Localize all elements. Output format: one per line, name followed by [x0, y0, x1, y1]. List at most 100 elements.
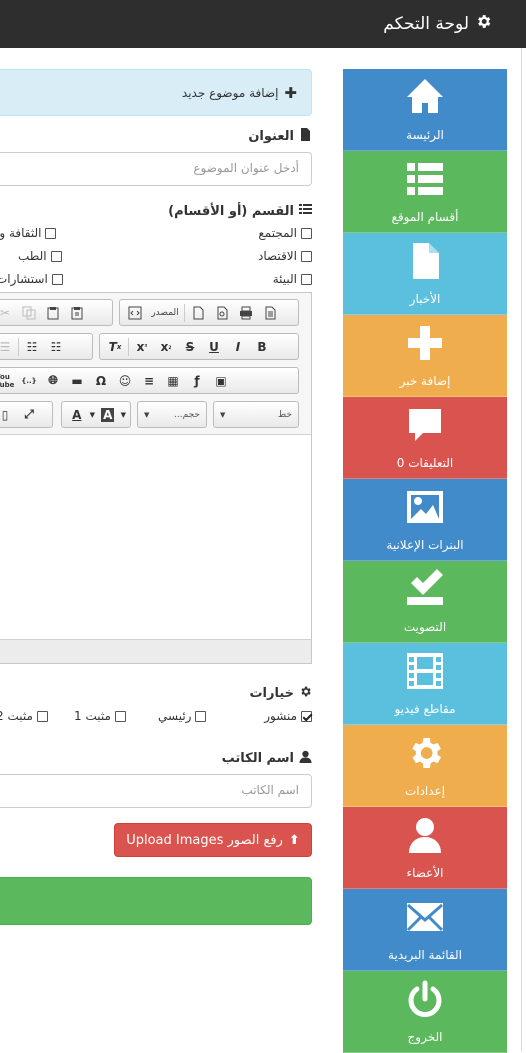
sidebar-item-label: مقاطع فيديو — [394, 702, 456, 716]
category-checkbox[interactable]: البيئة — [273, 272, 312, 286]
sidebar: الرئيسة أقسام الموقع الأخبار إضافة خبر ا… — [343, 69, 507, 1053]
maximize-icon[interactable]: ⤢ — [18, 404, 40, 426]
list-icon — [405, 159, 445, 210]
checkbox[interactable] — [301, 273, 312, 285]
separator — [184, 303, 185, 322]
bold-icon[interactable]: B — [251, 336, 273, 358]
option-checkbox[interactable]: رئيسي — [158, 709, 207, 723]
source-icon[interactable] — [124, 302, 146, 324]
numbered-list-icon[interactable]: ☷ — [45, 336, 67, 358]
checkbox[interactable] — [301, 227, 312, 239]
copy-icon[interactable] — [18, 302, 40, 324]
youtube-icon[interactable]: YouTube — [0, 370, 16, 392]
toolbar-group-tools: ▯ ⤢ — [0, 401, 53, 428]
text-color-icon[interactable]: A — [66, 404, 88, 426]
size-combo[interactable]: حجم... ▼ — [137, 401, 207, 428]
new-page-icon[interactable] — [211, 302, 233, 324]
sidebar-item-settings[interactable]: إعدادات — [343, 725, 507, 807]
sidebar-item-logout[interactable]: الخروج — [343, 971, 507, 1053]
print-icon[interactable] — [235, 302, 257, 324]
checkbox[interactable] — [301, 250, 312, 262]
sidebar-item-label: التعليقات 0 — [396, 456, 454, 470]
category-checkbox[interactable]: الاقتصاد — [258, 249, 312, 263]
sidebar-item-label: إضافة خبر — [399, 374, 451, 388]
option-checkbox[interactable]: مثبت 1 — [74, 709, 126, 723]
sidebar-item-videos[interactable]: مقاطع فيديو — [343, 643, 507, 725]
image-icon[interactable]: ▣ — [210, 370, 232, 392]
gear-icon — [299, 685, 312, 702]
submit-button[interactable] — [0, 877, 312, 925]
source-button[interactable]: المصدر — [148, 308, 182, 318]
sidebar-item-members[interactable]: الأعضاء — [343, 807, 507, 889]
templates-icon[interactable] — [259, 302, 281, 324]
toolbar-group-insert: YouTube {..} 🌐︎ ▬ Ω ☺ ≡ ▦ ƒ ▣ — [0, 367, 299, 394]
font-combo[interactable]: خط ▼ — [213, 401, 299, 428]
separator — [18, 337, 19, 356]
sidebar-item-mailing-list[interactable]: القائمة البريدية — [343, 889, 507, 971]
title-label: العنوان — [248, 128, 312, 145]
sidebar-item-add-news[interactable]: إضافة خبر — [343, 315, 507, 397]
remove-format-icon[interactable]: Tx — [104, 336, 126, 358]
sidebar-item-banners[interactable]: البنرات الإعلانية — [343, 479, 507, 561]
special-char-icon[interactable]: Ω — [90, 370, 112, 392]
checkbox[interactable] — [45, 227, 57, 239]
checkbox[interactable] — [195, 710, 207, 722]
category-checkbox[interactable]: الطب — [18, 249, 62, 263]
options-label: خيارات — [249, 685, 312, 702]
save-icon[interactable] — [187, 302, 209, 324]
paste-icon[interactable] — [42, 302, 64, 324]
upload-images-button[interactable]: ⬆ رفع الصور Upload Images — [114, 823, 312, 857]
sidebar-item-home[interactable]: الرئيسة — [343, 69, 507, 151]
italic-icon[interactable]: I — [227, 336, 249, 358]
checkbox[interactable] — [301, 710, 312, 722]
toolbar-group-clipboard: ✂ — [0, 299, 113, 326]
bg-color-icon[interactable]: A — [97, 404, 119, 426]
code-snippet-icon[interactable]: {..} — [18, 370, 40, 392]
subscript-icon[interactable]: x₂ — [155, 336, 177, 358]
paste-text-icon[interactable] — [66, 302, 88, 324]
category-checkbox[interactable]: استشارات — [0, 272, 63, 286]
strike-icon[interactable]: S — [179, 336, 201, 358]
author-input[interactable]: اسم الكاتب — [0, 774, 312, 808]
sidebar-item-polls[interactable]: التصويت — [343, 561, 507, 643]
editor-content-area[interactable] — [0, 434, 311, 639]
sidebar-item-comments[interactable]: التعليقات 0 — [343, 397, 507, 479]
option-checkbox[interactable]: مثبت 2 — [0, 709, 48, 723]
category-checkbox[interactable]: الثقافة وا — [0, 226, 57, 240]
iframe-icon[interactable]: 🌐︎ — [42, 370, 64, 392]
table-icon[interactable]: ▦ — [162, 370, 184, 392]
checkbox[interactable] — [114, 710, 126, 722]
plus-icon — [405, 323, 445, 374]
checkbox[interactable] — [51, 273, 63, 285]
author-label: اسم الكاتب — [222, 750, 312, 767]
sidebar-item-label: الخروج — [407, 1030, 443, 1044]
smiley-icon[interactable]: ☺ — [114, 370, 136, 392]
checkbox[interactable] — [50, 250, 62, 262]
plus-icon: ✚ — [284, 84, 297, 102]
option-checkbox[interactable]: منشور — [264, 709, 312, 723]
brand[interactable]: لوحة التحكم — [383, 13, 492, 35]
sidebar-item-sections[interactable]: أقسام الموقع — [343, 151, 507, 233]
sidebar-item-news[interactable]: الأخبار — [343, 233, 507, 315]
show-blocks-icon[interactable]: ▯ — [0, 404, 16, 426]
toolbar-group-paragraph: ☰ ☷ ☷ — [0, 333, 93, 360]
file-icon — [405, 241, 445, 292]
horizontal-rule-icon[interactable]: ≡ — [138, 370, 160, 392]
category-checkbox[interactable]: المجتمع — [258, 226, 312, 240]
sidebar-item-label: إعدادات — [404, 784, 446, 798]
sidebar-item-label: الرئيسة — [406, 128, 444, 142]
outdent-icon[interactable]: ☰ — [0, 336, 16, 358]
separator — [128, 337, 129, 356]
video-icon[interactable]: ▬ — [66, 370, 88, 392]
film-icon — [405, 651, 445, 702]
bulleted-list-icon[interactable]: ☷ — [21, 336, 43, 358]
dropdown-arrow-icon: ▼ — [89, 410, 95, 419]
underline-icon[interactable]: U — [203, 336, 225, 358]
title-input[interactable]: أدخل عنوان الموضوع — [0, 152, 312, 186]
flash-icon[interactable]: ƒ — [186, 370, 208, 392]
arrow-up-icon: ⬆ — [288, 832, 300, 848]
checkbox[interactable] — [36, 710, 48, 722]
sidebar-item-label: أقسام الموقع — [391, 210, 459, 224]
superscript-icon[interactable]: x² — [131, 336, 153, 358]
cut-icon[interactable]: ✂ — [0, 302, 16, 324]
